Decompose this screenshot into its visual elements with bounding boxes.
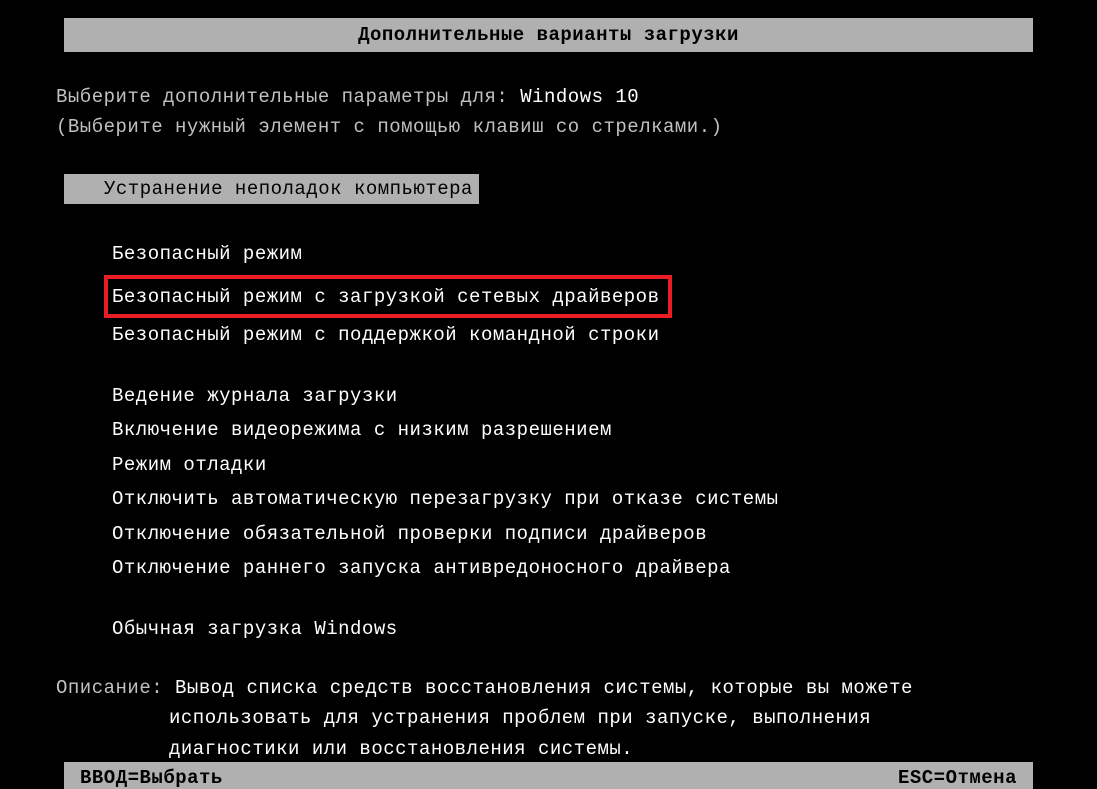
title-bar: Дополнительные варианты загрузки [64,18,1033,52]
footer-esc: ESC=Отмена [898,767,1017,789]
menu-item-debug-mode[interactable]: Режим отладки [56,451,1041,480]
menu-group-safe-mode: Безопасный режим Безопасный режим с загр… [56,240,1041,350]
menu-item-safe-mode-cmd[interactable]: Безопасный режим с поддержкой командной … [56,321,1041,350]
content-area: Выберите дополнительные параметры для: W… [0,86,1097,764]
menu-item-disable-auto-restart[interactable]: Отключить автоматическую перезагрузку пр… [56,485,1041,514]
menu-item-disable-driver-sig[interactable]: Отключение обязательной проверки подписи… [56,520,1041,549]
prompt-line: Выберите дополнительные параметры для: W… [56,86,1041,108]
menu-item-safe-mode-networking[interactable]: Безопасный режим с загрузкой сетевых дра… [56,275,1041,319]
selected-menu-item[interactable]: Устранение неполадок компьютера [64,174,479,204]
menu-item-boot-logging[interactable]: Ведение журнала загрузки [56,382,1041,411]
description-block: Описание: Вывод списка средств восстанов… [56,673,1041,764]
description-line3: диагностики или восстановления системы. [56,734,1041,764]
hint-line: (Выберите нужный элемент с помощью клави… [56,116,1041,138]
footer-bar: ВВОД=Выбрать ESC=Отмена [64,762,1033,789]
footer-enter: ВВОД=Выбрать [80,767,223,789]
description-line1: Вывод списка средств восстановления сист… [175,677,913,699]
menu-group-advanced: Ведение журнала загрузки Включение видео… [56,382,1041,583]
menu-item-normal-boot[interactable]: Обычная загрузка Windows [56,615,1041,644]
description-label: Описание: [56,677,175,699]
menu-item-low-res-video[interactable]: Включение видеорежима с низким разрешени… [56,416,1041,445]
prompt-prefix: Выберите дополнительные параметры для: [56,86,520,108]
os-name: Windows 10 [520,86,639,108]
menu-group-normal: Обычная загрузка Windows [56,615,1041,644]
highlight-box: Безопасный режим с загрузкой сетевых дра… [104,275,672,319]
menu-item-safe-mode[interactable]: Безопасный режим [56,240,1041,269]
menu-item-disable-antimalware[interactable]: Отключение раннего запуска антивредоносн… [56,554,1041,583]
title-text: Дополнительные варианты загрузки [358,24,739,46]
description-line2: использовать для устранения проблем при … [56,703,1041,733]
